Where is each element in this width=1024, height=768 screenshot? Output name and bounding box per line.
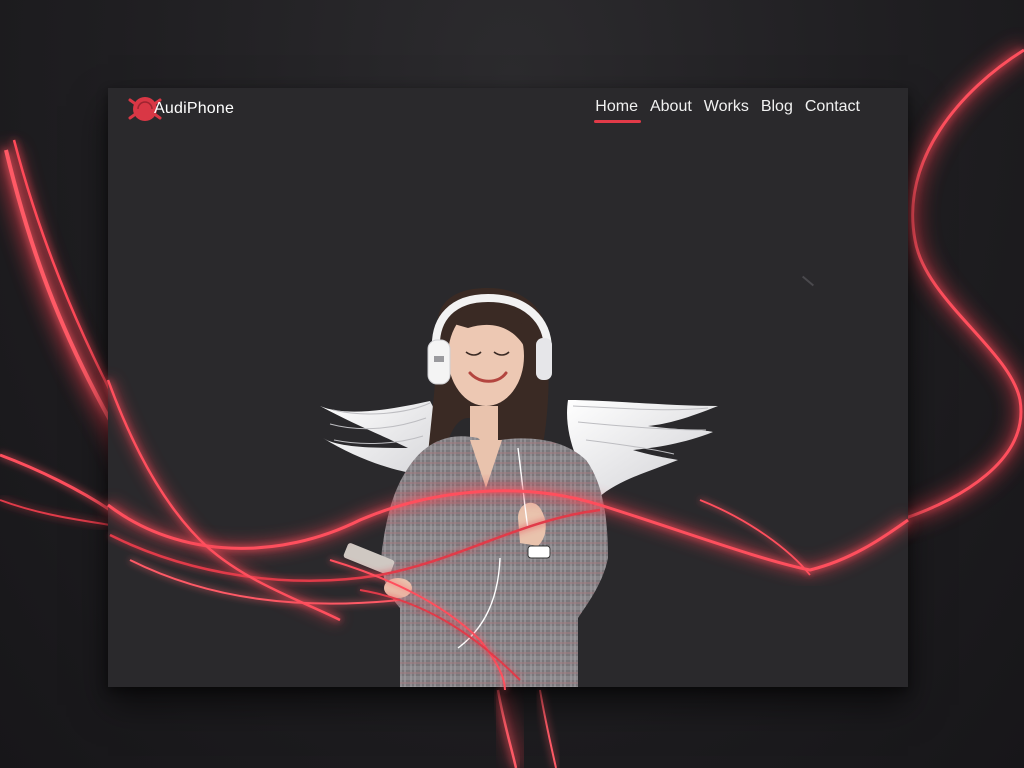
nav-item-about[interactable]: About: [650, 98, 692, 123]
wristwatch: [527, 545, 551, 559]
nav-item-home[interactable]: Home: [594, 98, 641, 123]
mockup-stage: AudiPhone Home About Works Blog Contact: [0, 0, 1024, 768]
nav-item-contact[interactable]: Contact: [805, 98, 860, 123]
main-nav: Home About Works Blog Contact: [594, 98, 860, 123]
hero-illustration: [320, 288, 718, 687]
website-mockup-card: AudiPhone Home About Works Blog Contact: [108, 88, 908, 687]
nav-item-works[interactable]: Works: [704, 98, 749, 123]
nav-item-blog[interactable]: Blog: [761, 98, 793, 123]
brand-name: AudiPhone: [154, 100, 235, 117]
brand-logo[interactable]: AudiPhone: [128, 96, 234, 122]
